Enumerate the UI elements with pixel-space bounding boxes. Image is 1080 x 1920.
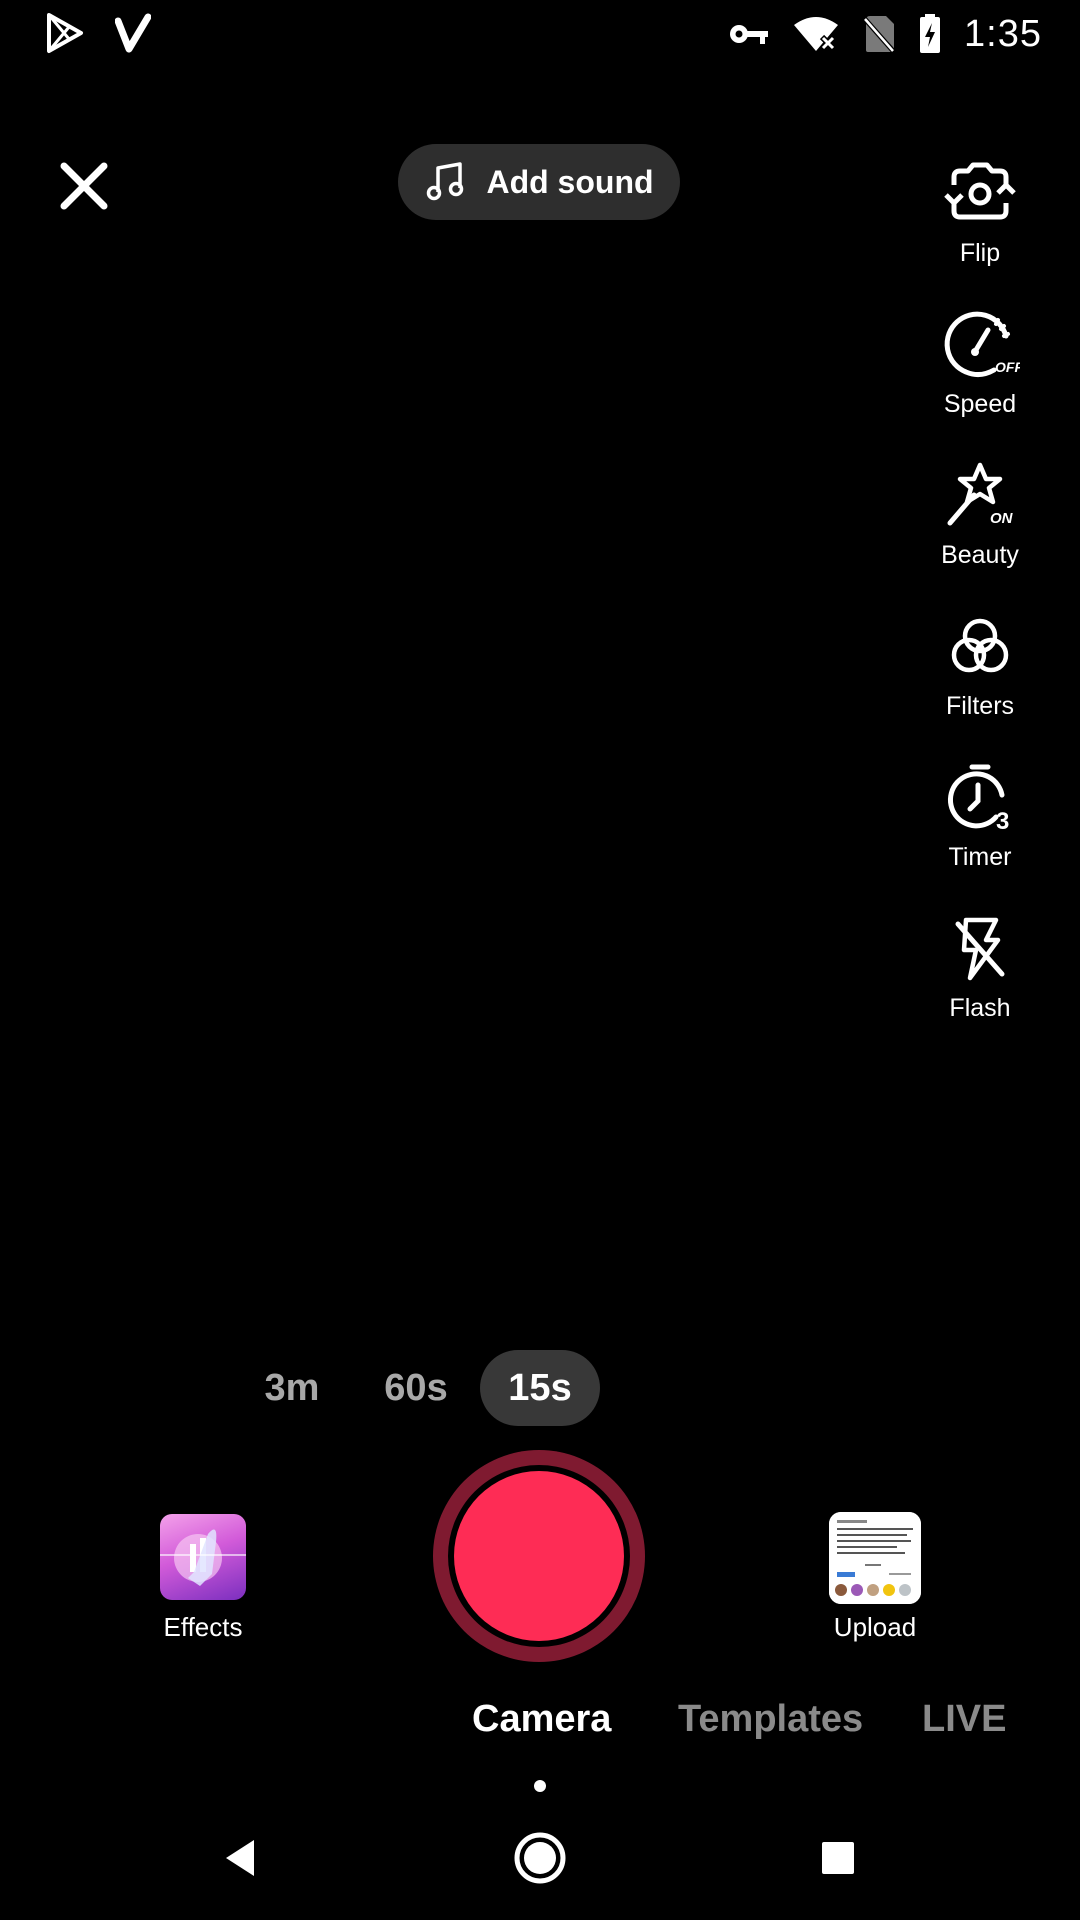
speed-button[interactable]: OFF Speed <box>894 306 1066 419</box>
duration-15s[interactable]: 15s <box>480 1350 600 1426</box>
battery-charging-icon <box>920 14 941 53</box>
tab-templates[interactable]: Templates <box>678 1698 863 1741</box>
timer-button[interactable]: 3 Timer <box>894 759 1066 872</box>
wifi-x-icon <box>794 17 839 52</box>
timer-label: Timer <box>948 843 1012 871</box>
upload-button[interactable] <box>829 1512 921 1604</box>
nav-home-button[interactable] <box>500 1822 580 1894</box>
effects-button[interactable] <box>160 1514 246 1600</box>
status-bar-right: 1:35 <box>728 6 1042 62</box>
vpn-key-icon <box>730 25 769 44</box>
filters-icon <box>951 618 1009 673</box>
close-button[interactable] <box>56 158 112 214</box>
close-icon <box>60 162 108 210</box>
timer-icon: 3 <box>947 764 1009 835</box>
tab-live[interactable]: LIVE <box>922 1698 1006 1741</box>
effects-label: Effects <box>163 1612 243 1642</box>
duration-60s[interactable]: 60s <box>374 1350 458 1426</box>
upload-label: Upload <box>833 1612 917 1642</box>
flash-label: Flash <box>949 994 1011 1022</box>
svg-text:ON: ON <box>990 510 1014 527</box>
status-time: 1:35 <box>964 12 1042 55</box>
v-app-icon <box>115 13 151 53</box>
tab-camera[interactable]: Camera <box>472 1698 611 1741</box>
effects-thumbnail-icon <box>160 1529 246 1586</box>
no-sim-icon <box>862 16 896 54</box>
flash-button[interactable]: Flash <box>894 910 1066 1023</box>
beauty-button[interactable]: ON Beauty <box>894 457 1066 570</box>
upload-thumbnail-icon <box>829 1512 921 1604</box>
flip-button[interactable]: Flip <box>894 155 1066 268</box>
duration-3m[interactable]: 3m <box>250 1350 334 1426</box>
nav-back-button[interactable] <box>200 1822 280 1894</box>
status-bar-left <box>45 8 151 58</box>
flip-camera-icon <box>944 162 1016 220</box>
beauty-label: Beauty <box>941 541 1019 569</box>
recents-icon <box>822 1842 854 1874</box>
music-note-icon <box>427 162 464 201</box>
back-icon <box>226 1840 254 1876</box>
nav-recents-button[interactable] <box>798 1822 878 1894</box>
filters-button[interactable]: Filters <box>894 608 1066 721</box>
filters-label: Filters <box>945 692 1015 720</box>
add-sound-label: Add sound <box>486 163 654 200</box>
mode-indicator-dot <box>534 1780 546 1792</box>
record-button[interactable] <box>433 1450 645 1662</box>
record-core <box>454 1471 624 1641</box>
flash-off-icon <box>955 917 1005 981</box>
play-store-icon <box>47 13 83 53</box>
svg-text:OFF: OFF <box>995 359 1020 375</box>
home-icon <box>514 1832 566 1884</box>
beauty-wand-icon: ON <box>947 462 1014 527</box>
record-ring <box>448 1465 630 1647</box>
speed-icon: OFF <box>944 311 1020 378</box>
flip-label: Flip <box>959 239 1001 267</box>
speed-label: Speed <box>943 390 1017 418</box>
add-sound-button[interactable]: Add sound <box>398 144 680 220</box>
svg-text:3: 3 <box>996 808 1009 835</box>
